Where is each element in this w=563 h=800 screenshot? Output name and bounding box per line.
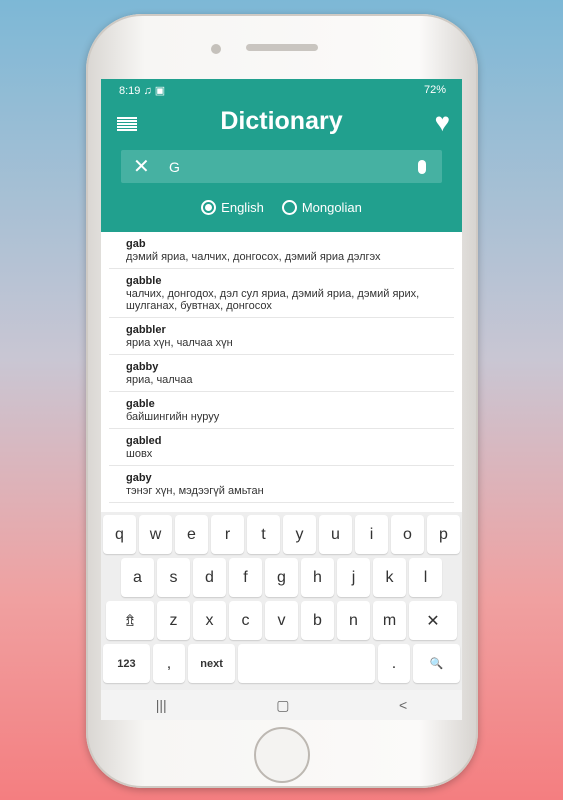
key[interactable]: x [193, 601, 226, 640]
key[interactable]: e [175, 515, 208, 554]
key[interactable]: . [377, 644, 411, 683]
home-nav-button[interactable]: ▢ [276, 697, 289, 714]
entry-word: gabled [126, 435, 162, 447]
list-item[interactable]: gabby яриа, чалчаа [109, 355, 454, 392]
key[interactable]: k [373, 558, 406, 597]
entry-definition: чалчих, донгодох, дэл сул яриа, дэмий яр… [126, 288, 420, 312]
entry-definition: яриа хүн, чалчаа хүн [126, 337, 233, 349]
key[interactable]: r [211, 515, 244, 554]
radio-label: English [221, 200, 264, 215]
key[interactable]: f [229, 558, 262, 597]
key[interactable]: h [301, 558, 334, 597]
key[interactable]: v [265, 601, 298, 640]
keyboard: q w e r t y u i o p a s d f g h j k l ⇯ z x c v b n m ✕ 123, next . 🔍 [101, 512, 462, 720]
entry-definition: тэнэг хүн, мэдээгүй амьтан [126, 485, 264, 497]
page-title: Dictionary [220, 107, 343, 135]
key[interactable]: u [319, 515, 352, 554]
system-nav-bar: ||| ▢ < [101, 690, 462, 720]
key[interactable]: m [373, 601, 406, 640]
key[interactable]: , [152, 644, 186, 683]
key[interactable]: 🔍 [413, 644, 461, 683]
key[interactable]: t [247, 515, 280, 554]
list-item[interactable]: gabble чалчих, донгодох, дэл сул яриа, дэ… [109, 269, 454, 318]
list-item[interactable]: gabled шовх [109, 429, 454, 466]
entry-word: gaby [126, 472, 152, 484]
radio-selected-icon [201, 200, 217, 215]
list-item[interactable]: gabbler яриа хүн, чалчаа хүн [109, 318, 454, 355]
list-item[interactable]: gab дэмий яриа, чалчих, донгосох, дэмий я… [109, 232, 454, 269]
search-bar: ✕ [121, 150, 442, 183]
back-button[interactable]: < [399, 697, 407, 713]
key[interactable]: a [121, 558, 154, 597]
key[interactable]: p [427, 515, 460, 554]
notification-icons: ♫ ▣ [143, 84, 166, 97]
key[interactable]: s [157, 558, 190, 597]
key[interactable]: l [409, 558, 442, 597]
recents-button[interactable]: ||| [156, 697, 167, 713]
keyboard-row: 123, next . 🔍 [103, 644, 461, 683]
clear-icon[interactable]: ✕ [133, 154, 161, 179]
key[interactable]: 123 [103, 644, 150, 683]
key[interactable]: b [301, 601, 334, 640]
entry-definition: дэмий яриа, чалчих, донгосох, дэмий яриа… [126, 251, 381, 263]
keyboard-row: qwertyuiop [103, 515, 460, 554]
entry-definition: байшингийн нуруу [126, 411, 220, 423]
entry-word: gabby [126, 361, 159, 373]
status-time: 8:19 [119, 84, 141, 97]
speaker [246, 44, 318, 51]
entry-definition: шовх [126, 448, 153, 460]
search-input[interactable] [169, 158, 418, 175]
entry-definition: яриа, чалчаа [126, 374, 193, 386]
entry-word: gabble [126, 275, 162, 287]
list-item[interactable]: gable байшингийн нуруу [109, 392, 454, 429]
radio-label: Mongolian [301, 200, 362, 215]
key[interactable]: next [188, 644, 236, 683]
key[interactable]: y [283, 515, 316, 554]
results-list: gab дэмий яриа, чалчих, донгосох, дэмий я… [101, 232, 462, 503]
space-key[interactable] [238, 644, 375, 683]
key[interactable]: w [139, 515, 172, 554]
front-camera [211, 44, 221, 54]
list-item[interactable]: gaby тэнэг хүн, мэдээгүй амьтан [109, 466, 454, 503]
key[interactable]: ⇯ [106, 601, 154, 640]
keyboard-row: ⇯ z x c v b n m ✕ [103, 601, 460, 640]
favorites-heart-icon[interactable]: ♥ [435, 107, 450, 138]
key[interactable]: z [157, 601, 190, 640]
key[interactable]: ✕ [409, 601, 457, 640]
key[interactable]: o [391, 515, 424, 554]
key[interactable]: i [355, 515, 388, 554]
keyboard-row: asdfghjkl [103, 558, 460, 597]
radio-mongolian[interactable]: Mongolian [281, 200, 362, 215]
radio-english[interactable]: English [201, 200, 264, 215]
key[interactable]: j [337, 558, 370, 597]
entry-word: gabbler [126, 324, 166, 336]
home-button[interactable] [254, 727, 310, 783]
screen: 8:19 ♫ ▣ 72% Dictionary ♥ ✕ English Mong… [101, 79, 462, 720]
status-bar: 8:19 ♫ ▣ 72% [101, 79, 462, 101]
key[interactable]: c [229, 601, 262, 640]
radio-unselected-icon [281, 200, 297, 215]
microphone-icon[interactable] [418, 159, 426, 174]
key[interactable]: d [193, 558, 226, 597]
entry-word: gab [126, 238, 146, 250]
key[interactable]: g [265, 558, 298, 597]
language-selector: English Mongolian [101, 200, 462, 215]
battery-level: 72% [423, 84, 446, 96]
key[interactable]: q [103, 515, 136, 554]
app-bar: 8:19 ♫ ▣ 72% Dictionary ♥ ✕ English Mong… [101, 79, 462, 232]
key[interactable]: n [337, 601, 370, 640]
entry-word: gable [126, 398, 155, 410]
